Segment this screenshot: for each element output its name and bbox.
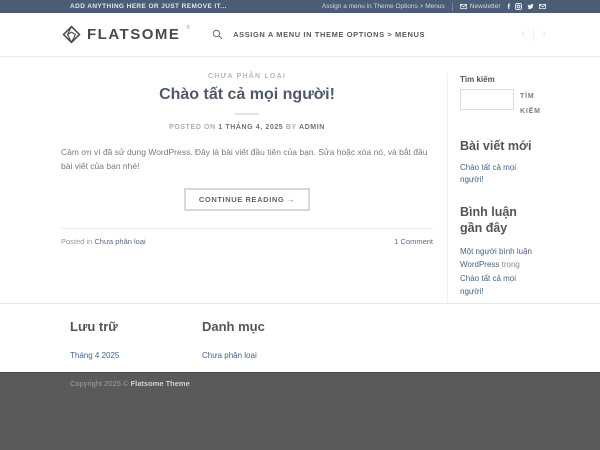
- search-input[interactable]: [460, 89, 514, 110]
- topbar-menu-hint-link[interactable]: Assign a menu in Theme Options > Menus: [322, 3, 445, 10]
- recent-posts-widget-title: Bài viết mới: [460, 138, 539, 154]
- newsletter-link[interactable]: Newsletter: [460, 3, 501, 10]
- category-link[interactable]: Chưa phân loại: [202, 351, 257, 360]
- newsletter-label: Newsletter: [470, 3, 501, 10]
- post-title[interactable]: Chào tất cả mọi người!: [61, 86, 433, 104]
- title-divider: [235, 113, 259, 115]
- post-meta: POSTED ON 1 THÁNG 4, 2025 BY ADMIN: [61, 124, 433, 131]
- footer-copyright-bar: Copyright 2025 © Flatsome Theme: [0, 372, 600, 450]
- top-bar: ADD ANYTHING HERE OR JUST REMOVE IT... A…: [0, 0, 600, 13]
- chevron-left-icon[interactable]: ‹: [522, 29, 526, 40]
- search-icon[interactable]: [212, 29, 223, 40]
- topbar-divider: [452, 3, 453, 11]
- post-author-link[interactable]: ADMIN: [299, 124, 325, 131]
- comment-post-link[interactable]: Chào tất cả mọi người!: [460, 274, 516, 297]
- recent-comments-widget-title: Bình luận gần đây: [460, 204, 539, 237]
- post-date-link[interactable]: 1 THÁNG 4, 2025: [218, 124, 283, 131]
- archives-widget-title: Lưu trữ: [70, 319, 202, 334]
- copyright-brand: Flatsome Theme: [131, 379, 190, 388]
- email-icon[interactable]: [539, 3, 546, 10]
- registered-mark: ®: [186, 25, 190, 31]
- logo-text: FLATSOME: [87, 25, 180, 44]
- chevron-right-icon[interactable]: ›: [542, 29, 546, 40]
- topbar-placeholder-text: ADD ANYTHING HERE OR JUST REMOVE IT...: [70, 3, 227, 10]
- meta-prefix: POSTED ON: [169, 124, 218, 131]
- recent-post-link[interactable]: Chào tất cả mọi người!: [460, 162, 539, 186]
- instagram-icon[interactable]: [515, 3, 522, 10]
- twitter-icon[interactable]: [527, 3, 534, 10]
- search-widget-title: Tìm kiếm: [460, 75, 539, 84]
- site-header: FLATSOME ® ASSIGN A MENU IN THEME OPTION…: [0, 13, 600, 57]
- comment-author-link[interactable]: Một người bình luận WordPress: [460, 247, 532, 270]
- facebook-icon[interactable]: f: [508, 3, 511, 10]
- flatsome-logo-icon: [62, 25, 81, 44]
- main-content: CHƯA PHÂN LOẠI Chào tất cả mọi người! PO…: [61, 57, 539, 303]
- continue-reading-button[interactable]: CONTINUE READING →: [184, 188, 310, 211]
- menu-placeholder-link[interactable]: ASSIGN A MENU IN THEME OPTIONS > MENUS: [233, 30, 425, 39]
- flatsome-blog-page: ADD ANYTHING HERE OR JUST REMOVE IT... A…: [0, 0, 600, 450]
- comment-connector: trong: [499, 260, 519, 269]
- posted-in-category-link[interactable]: Chưa phân loại: [94, 237, 145, 246]
- post-excerpt: Cảm ơn vì đã sử dụng WordPress. Đây là b…: [61, 146, 433, 173]
- sidebar: Tìm kiếm TÌM KIẾM Bài viết mới Chào tất …: [447, 73, 539, 303]
- posted-in: Posted in Chưa phân loại: [61, 237, 146, 246]
- archive-link[interactable]: Tháng 4 2025: [70, 351, 119, 360]
- envelope-icon: [460, 3, 467, 10]
- meta-by: BY: [283, 124, 299, 131]
- recent-comment-item: Một người bình luận WordPress trong Chào…: [460, 245, 539, 299]
- copyright-text: Copyright 2025 ©: [70, 379, 131, 388]
- site-logo[interactable]: FLATSOME ®: [62, 25, 190, 44]
- blog-post: CHƯA PHÂN LOẠI Chào tất cả mọi người! PO…: [61, 73, 447, 303]
- post-category-link[interactable]: CHƯA PHÂN LOẠI: [61, 73, 433, 80]
- posted-in-prefix: Posted in: [61, 237, 94, 246]
- footer-widgets: Lưu trữ Tháng 4 2025 Danh mục Chưa phân …: [0, 303, 600, 372]
- comments-count-link[interactable]: 1 Comment: [394, 237, 433, 246]
- categories-widget-title: Danh mục: [202, 319, 265, 334]
- search-submit-button[interactable]: TÌM KIẾM: [520, 89, 541, 120]
- header-divider: [533, 29, 534, 41]
- post-footer-meta: Posted in Chưa phân loại 1 Comment: [61, 228, 433, 246]
